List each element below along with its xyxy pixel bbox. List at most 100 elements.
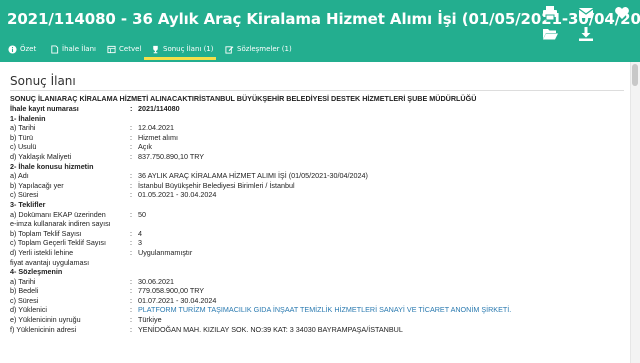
announcement-row: b) Toplam Teklif Sayısı:4 (10, 229, 624, 239)
section-title: Sonuç İlanı (10, 74, 76, 88)
row-separator: : (130, 132, 132, 142)
announcement-row: d) Yüklenici: PLATFORM TURİZM TAŞIMACILIK… (10, 305, 624, 315)
row-separator: : (130, 209, 132, 219)
row-value: Uygulanmamıştır (138, 247, 193, 257)
row-value: 12.04.2021 (138, 123, 174, 133)
tab-ozet[interactable]: Özet (8, 40, 36, 58)
tab-sonuc-ilani-label: Sonuç İlanı (1) (163, 45, 214, 53)
row-label: d) Yerli istekli lehine (10, 247, 74, 257)
heart-icon[interactable] (613, 4, 631, 22)
announcement-row: e) Yüklenicinin uyruğu: Türkiye (10, 315, 624, 325)
row-value: 01.05.2021 - 30.04.2024 (138, 190, 217, 200)
print-icon[interactable] (541, 4, 559, 22)
envelope-icon[interactable] (577, 4, 595, 22)
announcement-row: c) Süresi:01.05.2021 - 30.04.2024 (10, 190, 624, 200)
row-value: 36 AYLIK ARAÇ KİRALAMA HİZMET ALIMI İŞİ … (138, 171, 368, 181)
result-announcement: SONUÇ İLANIARAÇ KİRALAMA HİZMETİ ALINACA… (10, 93, 624, 334)
row-separator: : (130, 305, 132, 315)
tab-sozlesmeler[interactable]: Sözleşmeler (1) (225, 40, 292, 58)
announcement-row: a) Tarihi:12.04.2021 (10, 123, 624, 133)
announcement-heading: SONUÇ İLANIARAÇ KİRALAMA HİZMETİ ALINACA… (10, 94, 477, 103)
tab-sozlesmeler-label: Sözleşmeler (1) (237, 45, 292, 53)
row-label: a) Dokümanı EKAP üzerinden (10, 209, 106, 219)
row-value: İstanbul Büyükşehir Belediyesi Birimleri… (138, 180, 295, 190)
row-separator: : (130, 171, 132, 181)
row-label: c) Usulü (10, 142, 37, 152)
row-label: 4- Sözleşmenin (10, 267, 63, 277)
edit-icon (225, 45, 234, 54)
tab-ihale-ilani-label: İhale İlanı (62, 45, 96, 53)
row-separator: : (130, 238, 132, 248)
row-separator: : (130, 247, 132, 257)
row-separator: : (130, 104, 133, 113)
row-label: e) Yüklenicinin uyruğu (10, 315, 81, 325)
row-value: 2021/114080 (138, 104, 180, 113)
trophy-icon (153, 45, 158, 53)
tab-bar: Özet İhale İlanı Cetvel Sonuç İlanı (1) … (0, 40, 560, 59)
scrollbar-thumb[interactable] (632, 64, 638, 86)
row-value: 3 (138, 238, 142, 248)
row-label: İhale kayıt numarası (10, 104, 79, 113)
tab-sonuc-ilani[interactable]: Sonuç İlanı (1) (151, 40, 214, 58)
row-label: b) Toplam Teklif Sayısı (10, 228, 82, 238)
row-label: 1- İhalenin (10, 113, 46, 123)
row-label: 3- Teklifler (10, 199, 46, 209)
announcement-row: c) Süresi:01.07.2021 - 30.04.2024 (10, 296, 624, 306)
row-value: 01.07.2021 - 30.04.2024 (138, 295, 217, 305)
announcement-row: b) Yapılacağı yer: İstanbul Büyükşehir Be… (10, 181, 624, 191)
row-label: c) Toplam Geçerli Teklif Sayısı (10, 238, 106, 248)
row-value: 30.06.2021 (138, 276, 174, 286)
announcement-row: c) Usulü: Açık (10, 142, 624, 152)
row-separator: : (130, 123, 132, 133)
info-circle-icon (8, 44, 17, 54)
row-label: b) Türü (10, 132, 34, 142)
row-value: Açık (138, 142, 152, 152)
row-value: 4 (138, 228, 142, 238)
row-value: 837.750.890,10 TRY (138, 151, 205, 161)
announcement-row: İhale kayıt numarası:2021/114080 (10, 104, 624, 114)
announcement-row: 4- Sözleşmenin (10, 267, 624, 277)
row-value: Hizmet alımı (138, 132, 178, 142)
announcement-row: a) Adı:36 AYLIK ARAÇ KİRALAMA HİZMET ALI… (10, 171, 624, 181)
row-label: b) Yapılacağı yer (10, 180, 64, 190)
row-label: a) Tarihi (10, 276, 36, 286)
announcement-row: b) Türü: Hizmet alımı (10, 133, 624, 143)
row-label: e-imza kullanarak indiren sayısı (10, 219, 111, 229)
row-label: fiyat avantajı uygulaması (10, 257, 90, 267)
tab-ihale-ilani[interactable]: İhale İlanı (50, 40, 96, 58)
row-separator: : (130, 228, 132, 238)
row-label: d) Yaklaşık Maliyeti (10, 151, 72, 161)
row-label: b) Bedeli (10, 286, 39, 296)
announcement-row: e-imza kullanarak indiren sayısı (10, 219, 624, 229)
row-value: 779.058.900,00 TRY (138, 286, 205, 296)
announcement-row: d) Yaklaşık Maliyeti:837.750.890,10 TRY (10, 152, 624, 162)
announcement-row: fiyat avantajı uygulaması (10, 258, 624, 268)
download-icon[interactable] (577, 25, 595, 43)
row-label: d) Yüklenici (10, 305, 48, 315)
document-icon (51, 44, 59, 54)
announcement-row: f) Yüklenicinin adresi: YENİDOĞAN MAH. KI… (10, 325, 624, 335)
table-icon (107, 45, 116, 53)
row-value: Türkiye (138, 315, 162, 325)
tab-cetvel[interactable]: Cetvel (107, 40, 141, 58)
announcement-rows: İhale kayıt numarası:2021/114080 1- İhale… (10, 104, 624, 334)
row-label: a) Adı (10, 171, 29, 181)
announcement-row: 2- İhale konusu hizmetin (10, 162, 624, 172)
row-separator: : (130, 276, 132, 286)
row-separator: : (130, 315, 132, 325)
row-label: c) Süresi (10, 295, 39, 305)
row-separator: : (130, 180, 132, 190)
row-value: YENİDOĞAN MAH. KIZILAY SOK. NO:39 KAT: 3… (138, 324, 403, 334)
row-separator: : (130, 142, 132, 152)
contractor-link[interactable]: PLATFORM TURİZM TAŞIMACILIK GIDA İNŞAAT … (138, 305, 511, 315)
row-separator: : (130, 151, 132, 161)
announcement-row: 3- Teklifler (10, 200, 624, 210)
tab-cetvel-label: Cetvel (119, 45, 142, 53)
scrollbar[interactable] (630, 62, 640, 363)
row-label: a) Tarihi (10, 123, 36, 133)
row-value: 50 (138, 209, 146, 219)
section-divider (10, 90, 624, 91)
active-tab-indicator (144, 57, 216, 60)
row-label: f) Yüklenicinin adresi (10, 324, 77, 334)
announcement-row: b) Bedeli:779.058.900,00 TRY (10, 286, 624, 296)
